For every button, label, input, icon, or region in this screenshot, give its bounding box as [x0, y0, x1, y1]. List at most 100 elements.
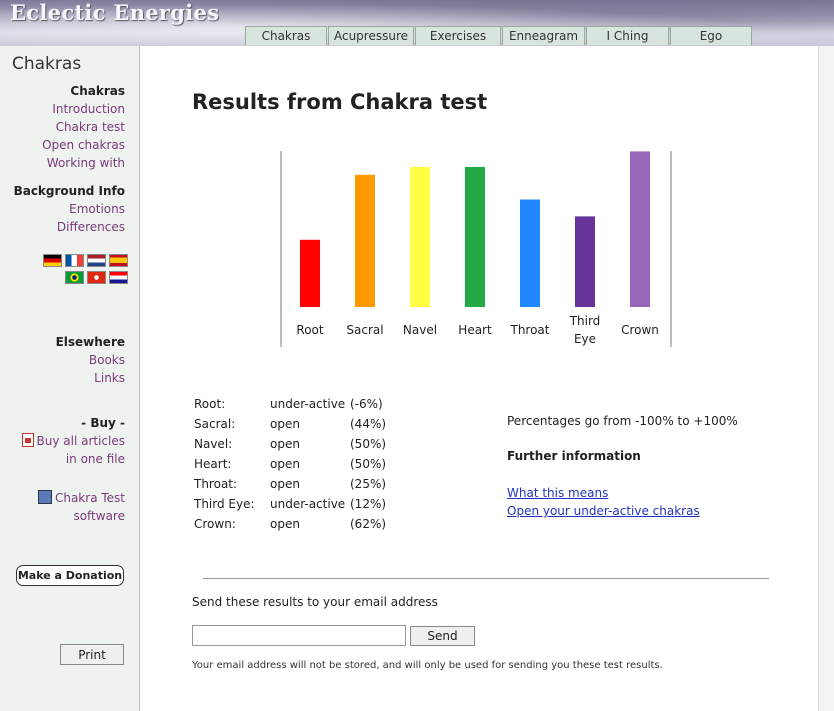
bar-sacral	[355, 174, 375, 307]
sidebar-link-chakra-test[interactable]: Chakra test	[42, 118, 125, 136]
sidebar-heading-elsewhere: Elsewhere	[55, 335, 125, 349]
buy-all-articles-link[interactable]: Buy all articles	[21, 432, 125, 450]
chakra-test-software-link[interactable]: Chakra Test	[22, 489, 125, 507]
sidebar-section-chakras: Chakras Introduction Chakra test Open ch…	[42, 82, 125, 172]
result-status: open	[270, 417, 300, 431]
category-label: Throat	[509, 323, 549, 337]
result-percent: (25%)	[350, 477, 387, 491]
category-label: Third Eye	[569, 314, 601, 346]
what-this-means-link[interactable]: What this means	[507, 484, 738, 502]
further-info-heading: Further information	[507, 449, 641, 463]
send-button[interactable]: Send	[410, 626, 475, 646]
result-row: Navel: open (50%)	[194, 434, 390, 454]
german-flag[interactable]	[43, 254, 62, 267]
sidebar-link-open-chakras[interactable]: Open chakras	[42, 136, 125, 154]
tab-acupressure[interactable]: Acupressure	[328, 26, 414, 45]
result-name: Third Eye:	[194, 497, 255, 511]
main-content: Results from Chakra test Root Sacral Navel…	[141, 46, 818, 711]
category-label: Navel	[403, 323, 437, 337]
sidebar-section-background: Background Info Emotions Differences	[14, 182, 125, 236]
category-label: Crown	[621, 323, 659, 337]
donate-button[interactable]: Make a Donation	[16, 565, 124, 586]
croatian-flag[interactable]	[109, 271, 128, 284]
category-label: Root	[296, 323, 323, 337]
result-name: Throat:	[194, 477, 238, 491]
sidebar-link-books[interactable]: Books	[56, 351, 125, 369]
category-label: Heart	[458, 323, 492, 337]
tab-ego[interactable]: Ego	[670, 26, 752, 45]
sidebar-link-working-with[interactable]: Working with	[42, 154, 125, 172]
french-flag[interactable]	[65, 254, 84, 267]
info-panel: Percentages go from -100% to +100% Furth…	[507, 414, 738, 520]
result-row: Root: under-active (-6%)	[194, 394, 390, 414]
result-name: Navel:	[194, 437, 233, 451]
sidebar-link-introduction[interactable]: Introduction	[42, 100, 125, 118]
divider	[203, 578, 769, 579]
result-name: Sacral:	[194, 417, 236, 431]
percentage-note: Percentages go from -100% to +100%	[507, 414, 738, 428]
chart-category-labels: Root Sacral Navel Heart Throat Third Eye Crown	[296, 314, 659, 346]
results-table: Root: under-active (-6%) Sacral: open (44%) …	[194, 394, 390, 534]
result-status: open	[270, 437, 300, 451]
result-row: Heart: open (50%)	[194, 454, 390, 474]
result-status: open	[270, 477, 300, 491]
sidebar-link-differences[interactable]: Differences	[14, 218, 125, 236]
software-icon	[37, 490, 52, 504]
result-name: Crown:	[194, 517, 236, 531]
result-percent: (62%)	[350, 517, 387, 531]
sidebar-heading-background: Background Info	[13, 184, 125, 198]
bar-crown	[630, 151, 650, 307]
result-status: open	[270, 517, 300, 531]
sidebar-section-elsewhere: Elsewhere Books Links	[56, 333, 125, 387]
chart-bars	[300, 151, 650, 307]
hong-kong-flag[interactable]	[87, 271, 106, 284]
result-row: Third Eye: under-active (12%)	[194, 494, 390, 514]
site-header: Eclectic Energies Chakras Acupressure Ex…	[0, 0, 834, 46]
bar-navel	[410, 167, 430, 307]
email-input[interactable]	[192, 625, 406, 646]
print-button[interactable]: Print	[60, 644, 124, 665]
privacy-note: Your email address will not be stored, a…	[192, 660, 663, 671]
sidebar-heading-chakras: Chakras	[70, 84, 125, 98]
result-name: Heart:	[194, 457, 232, 471]
bar-root	[300, 239, 320, 307]
tab-i-ching[interactable]: I Ching	[586, 26, 669, 45]
buy-link-line2[interactable]: in one file	[22, 450, 125, 468]
software-link-line2[interactable]: software	[22, 507, 125, 525]
sidebar: Chakras Chakras Introduction Chakra test…	[0, 46, 140, 711]
dutch-flag[interactable]	[87, 254, 106, 267]
sidebar-link-links[interactable]: Links	[56, 369, 125, 387]
category-label: Sacral	[346, 323, 383, 337]
site-title[interactable]: Eclectic Energies	[10, 0, 219, 25]
result-percent: (44%)	[350, 417, 387, 431]
sidebar-link-emotions[interactable]: Emotions	[14, 200, 125, 218]
buy-link-line1: Buy all articles	[36, 434, 125, 448]
scrollbar[interactable]	[818, 46, 834, 711]
software-link-line1: Chakra Test	[54, 491, 125, 505]
chakra-bar-chart: Root Sacral Navel Heart Throat Third Eye Crown	[280, 151, 672, 347]
result-row: Sacral: open (44%)	[194, 414, 390, 434]
result-percent: (50%)	[350, 437, 387, 451]
open-underactive-link[interactable]: Open your under-active chakras	[507, 502, 738, 520]
result-row: Throat: open (25%)	[194, 474, 390, 494]
tab-exercises[interactable]: Exercises	[415, 26, 501, 45]
tab-enneagram[interactable]: Enneagram	[502, 26, 585, 45]
sidebar-heading-buy: - Buy -	[81, 416, 125, 430]
top-nav-tabs: Chakras Acupressure Exercises Enneagram …	[245, 26, 753, 45]
result-status: under-active	[270, 497, 346, 511]
sidebar-title: Chakras	[12, 54, 82, 74]
pdf-icon	[21, 433, 34, 447]
brazilian-flag[interactable]	[65, 271, 84, 284]
bar-throat	[520, 199, 540, 307]
result-name: Root:	[194, 397, 226, 411]
result-percent: (12%)	[350, 497, 387, 511]
tab-chakras[interactable]: Chakras	[245, 26, 327, 45]
result-status: under-active	[270, 397, 346, 411]
language-flags	[36, 254, 128, 288]
spanish-flag[interactable]	[109, 254, 128, 267]
email-label: Send these results to your email address	[192, 595, 438, 609]
bar-third-eye	[575, 216, 595, 307]
result-row: Crown: open (62%)	[194, 514, 390, 534]
sidebar-section-buy: - Buy - Buy all articles in one file Cha…	[21, 414, 125, 525]
bar-heart	[465, 167, 485, 307]
